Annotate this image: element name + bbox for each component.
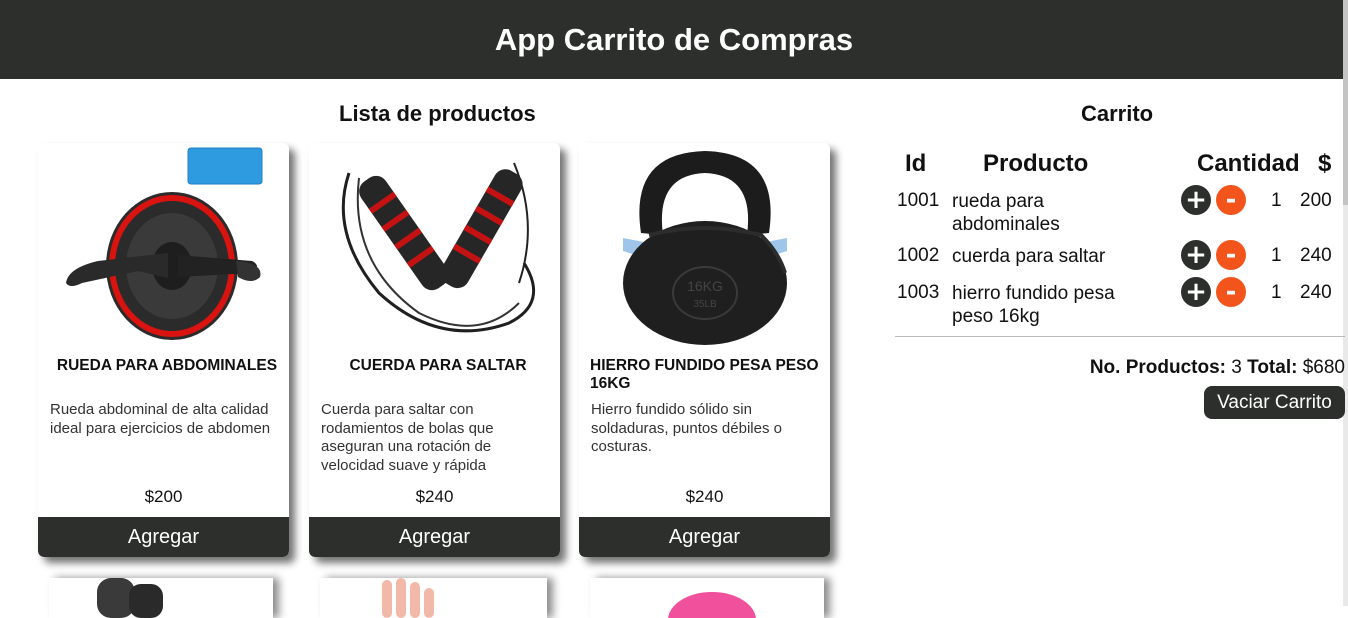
add-to-cart-button[interactable]: Agregar bbox=[309, 517, 560, 557]
product-count: 3 bbox=[1231, 357, 1242, 378]
increase-quantity-button[interactable]: + bbox=[1181, 240, 1211, 270]
cart-header-product: Producto bbox=[983, 150, 1089, 177]
product-price: $200 bbox=[144, 487, 183, 506]
cart-item-name: rueda para abdominales bbox=[952, 191, 1060, 235]
product-count-label: No. Productos: bbox=[1089, 357, 1226, 378]
cart-header-id: Id bbox=[905, 150, 927, 177]
app-title: App Carrito de Compras bbox=[494, 21, 854, 57]
product-card bbox=[49, 578, 273, 618]
fitness-ball-icon bbox=[668, 592, 756, 618]
product-price: $240 bbox=[685, 487, 724, 506]
cart-item-quantity: 1 bbox=[1271, 282, 1282, 303]
product-card bbox=[590, 578, 824, 618]
cart-item-amount: 200 bbox=[1300, 190, 1332, 211]
total-label: Total: bbox=[1247, 357, 1298, 378]
scrollbar-thumb[interactable] bbox=[1343, 0, 1348, 205]
jump-rope-icon bbox=[341, 162, 536, 333]
products-section-title: Lista de productos bbox=[339, 101, 536, 126]
total-amount: $680 bbox=[1302, 357, 1345, 378]
cart-item-quantity: 1 bbox=[1271, 190, 1282, 211]
product-card: RUEDA PARA ABDOMINALES Rueda abdominal d… bbox=[38, 143, 289, 557]
product-description: Hierro fundido sólido sin soldaduras, pu… bbox=[591, 401, 782, 455]
cart-item-id: 1002 bbox=[897, 245, 940, 266]
add-to-cart-button[interactable]: Agregar bbox=[38, 517, 289, 557]
svg-text:16KG: 16KG bbox=[687, 278, 723, 294]
product-description: Cuerda para saltar con rodamientos de bo… bbox=[321, 401, 494, 474]
decrease-quantity-button[interactable]: - bbox=[1216, 240, 1246, 270]
product-description: Rueda abdominal de alta calidad ideal pa… bbox=[50, 401, 271, 437]
increase-quantity-button[interactable]: + bbox=[1181, 185, 1211, 215]
product-price: $240 bbox=[415, 487, 454, 506]
app-header: App Carrito de Compras bbox=[0, 0, 1348, 79]
cart-header-amount: $ bbox=[1318, 150, 1332, 177]
product-name: HIERRO FUNDIDO PESA PESO 16KG bbox=[590, 357, 819, 392]
add-to-cart-button[interactable]: Agregar bbox=[579, 517, 830, 557]
product-name: CUERDA PARA SALTAR bbox=[349, 357, 527, 374]
cart-item-id: 1003 bbox=[897, 282, 940, 303]
decrease-quantity-button[interactable]: - bbox=[1216, 185, 1246, 215]
cart-section-title: Carrito bbox=[1081, 101, 1154, 126]
kettlebell-icon: 16KG 35LB bbox=[623, 151, 787, 345]
ab-wheel-icon bbox=[66, 147, 263, 340]
hand-grip-icon bbox=[382, 578, 434, 618]
cart-item-name: cuerda para saltar bbox=[952, 246, 1106, 267]
cart-item-amount: 240 bbox=[1300, 245, 1332, 266]
product-name: RUEDA PARA ABDOMINALES bbox=[56, 357, 278, 374]
cart-summary: No. Productos: 3 Total: $680 bbox=[1090, 357, 1345, 379]
clear-cart-button[interactable]: Vaciar Carrito bbox=[1204, 386, 1345, 419]
cart-item-quantity: 1 bbox=[1271, 245, 1282, 266]
cart-item-id: 1001 bbox=[897, 190, 940, 211]
cart-item-amount: 240 bbox=[1300, 282, 1332, 303]
product-card: CUERDA PARA SALTAR Cuerda para saltar co… bbox=[309, 143, 560, 557]
product-card: 16KG 35LB HIERRO FUNDIDO PESA PESO 16KG … bbox=[579, 143, 830, 557]
product-card bbox=[320, 578, 547, 618]
cart-divider bbox=[895, 336, 1345, 337]
increase-quantity-button[interactable]: + bbox=[1181, 277, 1211, 307]
cart-item-name: hierro fundido pesa peso 16kg bbox=[952, 283, 1115, 327]
decrease-quantity-button[interactable]: - bbox=[1216, 277, 1246, 307]
yoga-mat-icon bbox=[97, 578, 163, 618]
svg-text:35LB: 35LB bbox=[693, 299, 717, 310]
cart-header-quantity: Cantidad bbox=[1197, 150, 1300, 177]
